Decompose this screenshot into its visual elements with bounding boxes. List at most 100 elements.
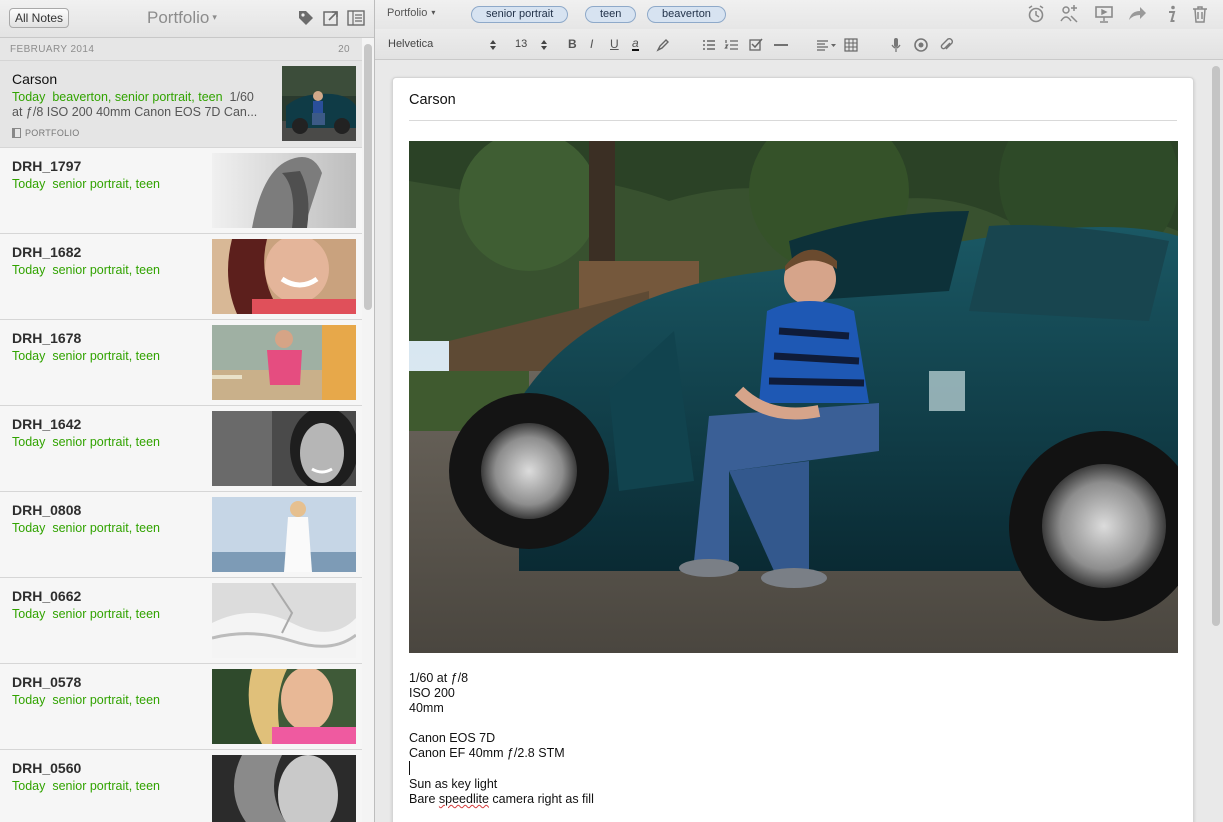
- all-notes-button[interactable]: All Notes: [9, 8, 70, 28]
- notebook-title: Portfolio: [147, 8, 210, 27]
- note-meta: Today senior portrait, teen: [12, 521, 161, 535]
- chevron-down-icon: ▾: [212, 12, 217, 22]
- body-line: ISO 200: [409, 686, 455, 700]
- note-notebook-name: Portfolio: [387, 7, 428, 19]
- trash-icon[interactable]: [1190, 4, 1210, 24]
- note-notebook-label: PORTFOLIO: [12, 128, 80, 138]
- body-line: [409, 716, 594, 731]
- note-editor[interactable]: Carson 1/60 at ƒ/8 ISO 200 40mm Canon EO…: [392, 77, 1194, 822]
- note-card[interactable]: DRH_0578 Today senior portrait, teen: [0, 664, 362, 750]
- month-label: FEBRUARY 2014: [10, 44, 95, 55]
- note-list-scrollbar[interactable]: [364, 44, 372, 310]
- forward-icon[interactable]: [1127, 4, 1147, 24]
- note-title: DRH_1642: [12, 416, 82, 432]
- note-notebook-selector[interactable]: Portfolio ▾: [387, 7, 435, 19]
- tag-pill[interactable]: beaverton: [647, 6, 726, 23]
- note-meta: Today senior portrait, teen: [12, 349, 161, 363]
- presentation-icon[interactable]: [1094, 4, 1114, 24]
- font-size-select[interactable]: 13: [515, 38, 527, 50]
- note-list-header: All Notes Portfolio ▾: [0, 0, 374, 38]
- note-meta: Today senior portrait, teen: [12, 779, 161, 793]
- note-snippet: Today beaverton, senior portrait, teen 1…: [12, 90, 274, 120]
- bold-button[interactable]: B: [568, 37, 577, 51]
- horizontal-rule-icon[interactable]: [773, 37, 789, 53]
- note-card[interactable]: DRH_0662 Today senior portrait, teen: [0, 578, 362, 664]
- numbered-list-icon[interactable]: [724, 37, 740, 53]
- body-line: 40mm: [409, 701, 444, 715]
- misspelled-word[interactable]: speedlite: [439, 792, 489, 806]
- camera-icon[interactable]: [913, 37, 929, 53]
- month-header: FEBRUARY 2014 20: [0, 38, 362, 61]
- note-thumbnail: [212, 325, 356, 400]
- body-line: Canon EF 40mm ƒ/2.8 STM: [409, 746, 565, 760]
- title-divider: [409, 120, 1177, 121]
- table-icon[interactable]: [843, 37, 859, 53]
- underline-button[interactable]: U: [610, 37, 619, 51]
- note-title: DRH_0560: [12, 760, 82, 776]
- editor-pane: Portfolio ▾ senior portrait teen beaverto…: [375, 0, 1223, 822]
- note-thumbnail: [212, 153, 356, 228]
- body-line-cursor: [409, 761, 594, 777]
- note-snippet-rest: at ƒ/8 ISO 200 40mm Canon EOS 7D Can...: [12, 105, 258, 119]
- note-title: DRH_0662: [12, 588, 82, 604]
- italic-button[interactable]: I: [590, 37, 593, 51]
- note-thumbnail: [212, 583, 356, 658]
- note-title-field[interactable]: Carson: [409, 92, 456, 108]
- note-image-attachment[interactable]: [409, 141, 1178, 653]
- note-thumbnail: [212, 411, 356, 486]
- align-icon[interactable]: [815, 37, 837, 53]
- editor-scrollbar[interactable]: [1212, 66, 1220, 626]
- note-list-pane: All Notes Portfolio ▾ FEBRUARY 2014 20 Ca…: [0, 0, 375, 822]
- notebook-selector[interactable]: Portfolio ▾: [147, 8, 217, 28]
- highlighter-icon[interactable]: [655, 37, 671, 53]
- note-title: DRH_0578: [12, 674, 82, 690]
- note-count: 20: [338, 44, 350, 55]
- font-size-stepper[interactable]: [541, 39, 547, 52]
- tag-pill[interactable]: senior portrait: [471, 6, 569, 23]
- work-chat-icon[interactable]: [1059, 4, 1079, 24]
- font-family-stepper[interactable]: [490, 39, 496, 52]
- notebook-name: PORTFOLIO: [25, 128, 80, 138]
- note-meta: Today senior portrait, teen: [12, 435, 161, 449]
- note-card[interactable]: DRH_1678 Today senior portrait, teen: [0, 320, 362, 406]
- info-icon[interactable]: [1161, 4, 1181, 24]
- note-date: Today: [12, 90, 46, 104]
- note-thumbnail: [212, 497, 356, 572]
- body-line: Sun as key light: [409, 777, 498, 791]
- note-thumbnail: [212, 669, 356, 744]
- tag-icon[interactable]: [297, 9, 315, 27]
- microphone-icon[interactable]: [888, 37, 904, 53]
- bullet-list-icon[interactable]: [701, 37, 717, 53]
- note-snippet-start: 1/60: [229, 90, 254, 104]
- note-header-toolbar: Portfolio ▾ senior portrait teen beaverto…: [375, 0, 1223, 29]
- note-card[interactable]: DRH_1682 Today senior portrait, teen: [0, 234, 362, 320]
- notebook-icon: [12, 128, 21, 138]
- body-line: Canon EOS 7D: [409, 731, 496, 745]
- note-title: DRH_1797: [12, 158, 82, 174]
- note-tags: beaverton, senior portrait, teen: [52, 90, 223, 104]
- share-icon[interactable]: [322, 9, 340, 27]
- note-card[interactable]: DRH_1797 Today senior portrait, teen: [0, 148, 362, 234]
- reminder-icon[interactable]: [1026, 4, 1046, 24]
- chevron-down-icon: ▾: [431, 8, 436, 17]
- view-toggle-icon[interactable]: [347, 9, 365, 27]
- note-title: DRH_0808: [12, 502, 82, 518]
- note-title: DRH_1678: [12, 330, 82, 346]
- body-line: 1/60 at ƒ/8: [409, 671, 469, 685]
- note-meta: Today senior portrait, teen: [12, 263, 161, 277]
- font-family-select[interactable]: Helvetica: [388, 38, 433, 50]
- note-card-selected[interactable]: Carson Today beaverton, senior portrait,…: [0, 61, 362, 148]
- note-meta: Today senior portrait, teen: [12, 693, 161, 707]
- formatting-toolbar: Helvetica 13 B I U a: [375, 29, 1223, 60]
- note-meta: Today senior portrait, teen: [12, 607, 161, 621]
- tag-pill[interactable]: teen: [585, 6, 637, 23]
- attachment-icon[interactable]: [938, 37, 954, 53]
- checkbox-icon[interactable]: [748, 37, 764, 53]
- note-card[interactable]: DRH_0808 Today senior portrait, teen: [0, 492, 362, 578]
- note-card[interactable]: DRH_0560 Today senior portrait, teen: [0, 750, 362, 822]
- note-body[interactable]: 1/60 at ƒ/8 ISO 200 40mm Canon EOS 7D Ca…: [409, 671, 594, 807]
- text-color-button[interactable]: a: [632, 37, 639, 51]
- note-thumbnail: [212, 755, 356, 822]
- note-title: Carson: [12, 71, 58, 87]
- note-card[interactable]: DRH_1642 Today senior portrait, teen: [0, 406, 362, 492]
